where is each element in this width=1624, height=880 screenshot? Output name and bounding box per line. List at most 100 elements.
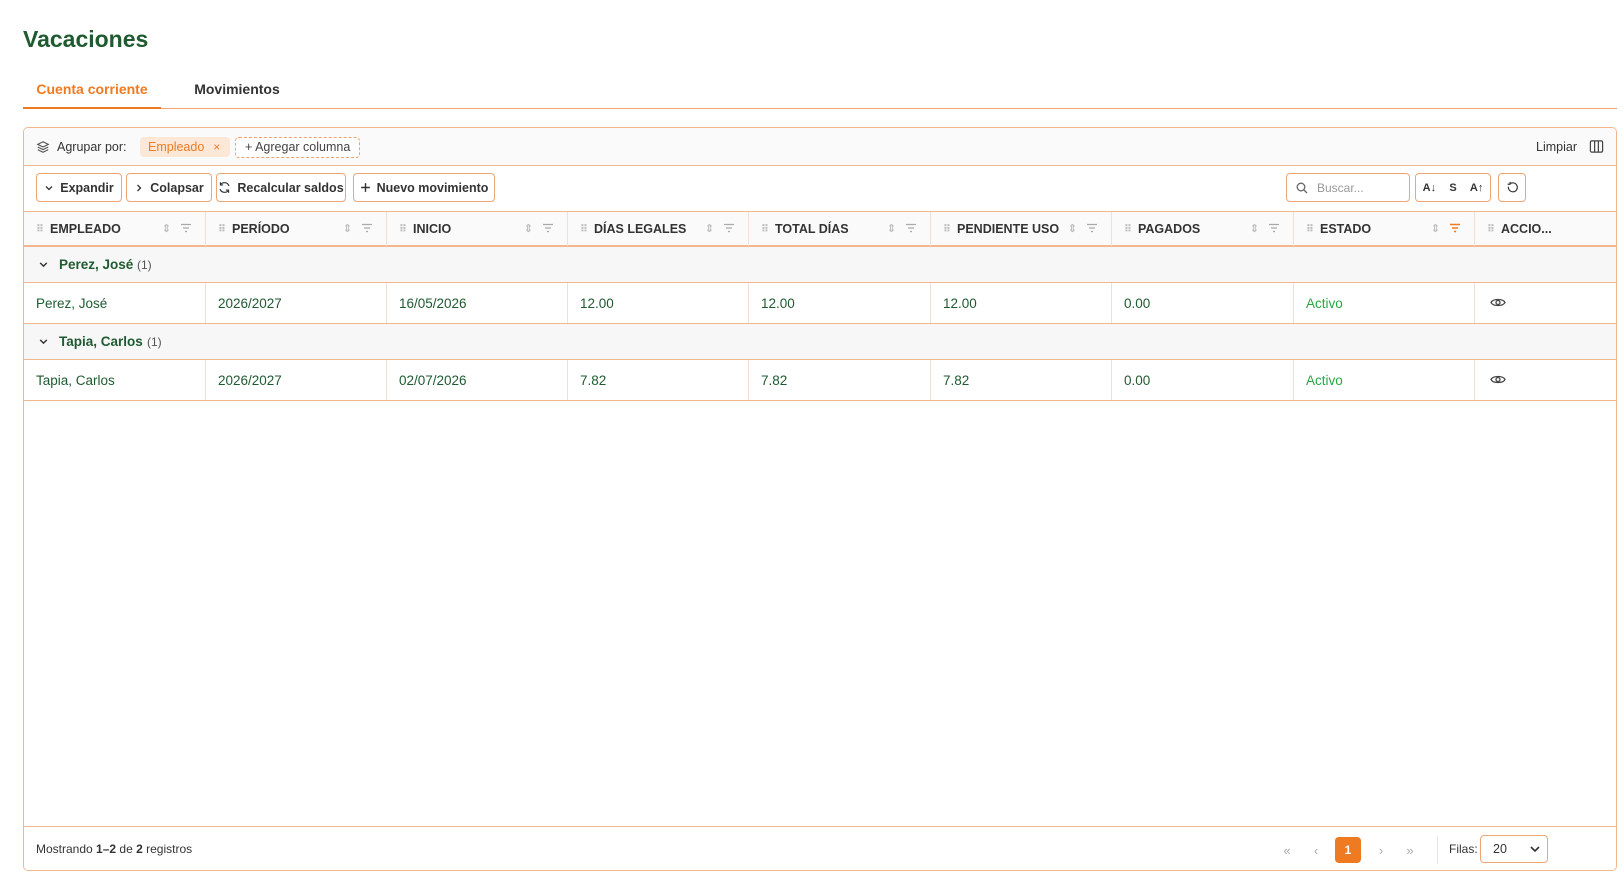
- sort-icon[interactable]: ⇕: [1250, 222, 1259, 235]
- columns-icon[interactable]: [1589, 139, 1604, 154]
- recalculate-balances-button[interactable]: Recalcular saldos: [216, 173, 346, 202]
- refresh-icon: [219, 182, 230, 193]
- chevron-right-icon: [137, 184, 142, 191]
- cell-inicio: 16/05/2026: [387, 283, 568, 323]
- drag-handle-icon[interactable]: ⠿: [761, 224, 769, 235]
- search-icon: [1296, 182, 1308, 194]
- status-badge: Activo: [1306, 296, 1343, 311]
- filter-icon[interactable]: [542, 223, 554, 233]
- column-label: PERÍODO: [232, 222, 290, 236]
- table-header: ⠿ EMPLEADO ⇕ ⠿ PERÍODO ⇕ ⠿ INICIO ⇕ ⠿ DÍAS LEGA…: [24, 211, 1616, 247]
- add-column-button[interactable]: + Agregar columna: [235, 137, 361, 158]
- filter-icon[interactable]: [1268, 223, 1280, 233]
- tab-movimientos[interactable]: Movimientos: [177, 81, 297, 97]
- eye-icon[interactable]: [1490, 373, 1506, 386]
- drag-handle-icon[interactable]: ⠿: [580, 224, 588, 235]
- table-panel: Agrupar por: Empleado × + Agregar column…: [23, 127, 1617, 871]
- page-title: Vacaciones: [23, 26, 149, 52]
- chevron-down-icon[interactable]: [38, 336, 49, 347]
- page-button-current[interactable]: 1: [1335, 837, 1361, 863]
- group-row[interactable]: Tapia, Carlos (1): [24, 324, 1616, 360]
- drag-handle-icon[interactable]: ⠿: [943, 224, 951, 235]
- font-normal-button[interactable]: S: [1449, 182, 1456, 194]
- cell-pagados: 0.00: [1112, 283, 1294, 323]
- column-label: INICIO: [413, 222, 452, 236]
- group-name: Perez, José: [59, 257, 134, 272]
- column-header-pendiente-uso[interactable]: ⠿ PENDIENTE USO ⇕: [931, 212, 1112, 246]
- clear-grouping-button[interactable]: Limpiar: [1536, 140, 1577, 154]
- cell-total-dias: 7.82: [749, 360, 931, 400]
- rows-per-page-select[interactable]: 20: [1480, 835, 1548, 863]
- cell-empleado: Perez, José: [24, 283, 206, 323]
- filter-icon[interactable]: [180, 223, 192, 233]
- column-header-empleado[interactable]: ⠿ EMPLEADO ⇕: [24, 212, 206, 246]
- group-by-bar: Agrupar por: Empleado × + Agregar column…: [24, 128, 1616, 166]
- column-header-pagados[interactable]: ⠿ PAGADOS ⇕: [1112, 212, 1294, 246]
- drag-handle-icon[interactable]: ⠿: [1306, 224, 1314, 235]
- sort-icon[interactable]: ⇕: [1431, 222, 1440, 235]
- drag-handle-icon[interactable]: ⠿: [218, 224, 226, 235]
- next-page-button[interactable]: ›: [1368, 837, 1394, 863]
- filter-icon[interactable]: [361, 223, 373, 233]
- tab-cuenta-corriente[interactable]: Cuenta corriente: [23, 81, 161, 109]
- table-row[interactable]: Tapia, Carlos 2026/2027 02/07/2026 7.82 …: [24, 360, 1616, 401]
- cell-empleado: Tapia, Carlos: [24, 360, 206, 400]
- column-header-inicio[interactable]: ⠿ INICIO ⇕: [387, 212, 568, 246]
- group-chip-label: Empleado: [148, 140, 205, 154]
- last-page-button[interactable]: »: [1397, 837, 1423, 863]
- filter-active-icon[interactable]: [1449, 223, 1461, 233]
- cell-pendiente-uso: 7.82: [931, 360, 1112, 400]
- cell-periodo: 2026/2027: [206, 360, 387, 400]
- search-box[interactable]: [1286, 173, 1410, 202]
- chip-remove-icon[interactable]: ×: [213, 137, 220, 157]
- font-decrease-button[interactable]: A↓: [1423, 182, 1436, 194]
- column-label: EMPLEADO: [50, 222, 121, 236]
- group-chip-empleado[interactable]: Empleado ×: [140, 137, 231, 157]
- expand-button[interactable]: Expandir: [36, 173, 122, 202]
- filter-icon[interactable]: [723, 223, 735, 233]
- sort-icon[interactable]: ⇕: [162, 222, 171, 235]
- column-header-dias-legales[interactable]: ⠿ DÍAS LEGALES ⇕: [568, 212, 749, 246]
- search-input[interactable]: [1317, 178, 1405, 198]
- prev-page-button[interactable]: ‹: [1303, 837, 1329, 863]
- collapse-button[interactable]: Colapsar: [126, 173, 212, 202]
- column-header-periodo[interactable]: ⠿ PERÍODO ⇕: [206, 212, 387, 246]
- first-page-button[interactable]: «: [1274, 837, 1300, 863]
- chevron-down-icon: [1530, 846, 1540, 853]
- column-header-total-dias[interactable]: ⠿ TOTAL DÍAS ⇕: [749, 212, 931, 246]
- cell-periodo: 2026/2027: [206, 283, 387, 323]
- cell-pagados: 0.00: [1112, 360, 1294, 400]
- plus-icon: [360, 183, 370, 192]
- column-header-estado[interactable]: ⠿ ESTADO ⇕: [1294, 212, 1475, 246]
- font-increase-button[interactable]: A↑: [1470, 182, 1483, 194]
- sort-icon[interactable]: ⇕: [343, 222, 352, 235]
- sort-icon[interactable]: ⇕: [1068, 222, 1077, 235]
- drag-handle-icon[interactable]: ⠿: [1124, 224, 1132, 235]
- chevron-down-icon[interactable]: [38, 259, 49, 270]
- cell-dias-legales: 12.00: [568, 283, 749, 323]
- recalculate-label: Recalcular saldos: [237, 180, 344, 195]
- sort-icon[interactable]: ⇕: [524, 222, 533, 235]
- eye-icon[interactable]: [1490, 296, 1506, 309]
- new-movement-label: Nuevo movimiento: [376, 180, 489, 195]
- sort-icon[interactable]: ⇕: [887, 222, 896, 235]
- new-movement-button[interactable]: Nuevo movimiento: [353, 173, 495, 202]
- cell-acciones: [1475, 283, 1616, 323]
- drag-handle-icon[interactable]: ⠿: [399, 224, 407, 235]
- column-header-acciones[interactable]: ⠿ ACCIO...: [1475, 212, 1616, 246]
- cell-total-dias: 12.00: [749, 283, 931, 323]
- group-row[interactable]: Perez, José (1): [24, 247, 1616, 283]
- filter-icon[interactable]: [1086, 223, 1098, 233]
- table-row[interactable]: Perez, José 2026/2027 16/05/2026 12.00 1…: [24, 283, 1616, 324]
- status-badge: Activo: [1306, 373, 1343, 388]
- reset-view-button[interactable]: [1498, 173, 1526, 202]
- cell-pendiente-uso: 12.00: [931, 283, 1112, 323]
- reset-icon: [1507, 181, 1518, 193]
- column-label: ACCIO...: [1501, 222, 1552, 236]
- cell-inicio: 02/07/2026: [387, 360, 568, 400]
- drag-handle-icon[interactable]: ⠿: [1487, 224, 1495, 235]
- filter-icon[interactable]: [905, 223, 917, 233]
- sort-icon[interactable]: ⇕: [705, 222, 714, 235]
- records-summary: Mostrando 1–2 de 2 registros: [36, 842, 193, 856]
- drag-handle-icon[interactable]: ⠿: [36, 224, 44, 235]
